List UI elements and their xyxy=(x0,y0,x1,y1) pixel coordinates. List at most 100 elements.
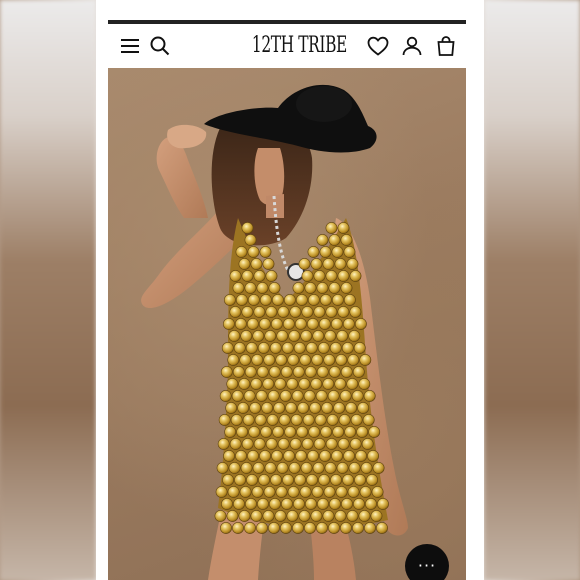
sequin-disc xyxy=(300,462,313,474)
sequin-disc xyxy=(346,510,359,522)
sequin-disc xyxy=(222,474,234,486)
sequin-disc xyxy=(223,450,235,462)
sequin-disc xyxy=(268,366,281,378)
phone-screen: 12TH TRIBE ··· xyxy=(96,0,484,580)
sequin-disc xyxy=(250,258,263,270)
sequin-disc xyxy=(270,474,282,486)
sequin-disc xyxy=(246,318,259,330)
sequin-disc xyxy=(289,306,302,318)
sequin-disc xyxy=(283,294,296,306)
sequin-disc xyxy=(313,306,326,318)
sequin-disc xyxy=(282,318,295,330)
sequin-disc xyxy=(275,486,288,498)
sequin-disc xyxy=(245,498,257,510)
account-icon[interactable] xyxy=(400,34,424,58)
sequin-disc xyxy=(253,306,266,318)
sequin-disc xyxy=(353,498,365,510)
sequin-disc xyxy=(307,246,320,258)
sequin-disc xyxy=(239,486,252,498)
sequin-disc xyxy=(345,402,358,414)
sequin-disc xyxy=(271,450,283,462)
sequin-disc xyxy=(238,258,251,270)
search-icon[interactable] xyxy=(148,34,172,58)
sequin-disc xyxy=(267,390,280,402)
sequin-disc xyxy=(294,474,306,486)
sequin-disc xyxy=(318,318,331,330)
sequin-disc xyxy=(307,294,320,306)
sequin-disc xyxy=(358,510,371,522)
sequin-disc xyxy=(264,330,277,342)
sequin-disc xyxy=(320,426,333,438)
sequin-disc xyxy=(266,414,279,426)
sequin-disc xyxy=(310,378,323,390)
sequin-disc xyxy=(325,306,338,318)
sequin-disc xyxy=(218,414,231,426)
sequin-disc xyxy=(242,414,255,426)
sequin-disc xyxy=(253,270,266,282)
sequin-disc xyxy=(235,450,248,462)
sequin-disc xyxy=(292,366,305,378)
sequin-disc xyxy=(252,330,265,342)
sequin-disc xyxy=(292,522,304,534)
sequin-disc xyxy=(226,510,239,522)
sequin-disc xyxy=(259,450,271,462)
menu-icon[interactable] xyxy=(118,34,142,58)
sequin-disc xyxy=(302,414,315,426)
sequin-disc xyxy=(331,450,343,462)
bag-icon[interactable] xyxy=(434,34,458,58)
sequin-disc xyxy=(230,414,243,426)
sequin-disc xyxy=(322,378,335,390)
sequin-disc xyxy=(354,474,366,486)
sequin-disc xyxy=(366,474,378,486)
sequin-disc xyxy=(297,402,310,414)
sequin-disc xyxy=(292,282,305,294)
sequin-disc xyxy=(274,510,287,522)
sequin-disc xyxy=(340,234,353,246)
sequin-disc xyxy=(269,342,282,354)
sequin-disc xyxy=(348,462,361,474)
sequin-disc xyxy=(352,366,365,378)
sequin-disc xyxy=(244,234,257,246)
sequin-disc xyxy=(248,426,261,438)
sequin-disc xyxy=(276,462,289,474)
sequin-disc xyxy=(319,246,332,258)
sequin-disc xyxy=(319,294,332,306)
background-blur-left xyxy=(0,0,96,580)
sequin-disc xyxy=(331,294,344,306)
sequin-disc xyxy=(259,246,272,258)
sequin-disc xyxy=(265,438,278,450)
sequin-disc xyxy=(253,438,266,450)
sequin-disc xyxy=(226,378,239,390)
chat-button[interactable]: ··· xyxy=(405,544,449,580)
heart-icon[interactable] xyxy=(366,34,390,58)
brand-logo[interactable]: 12TH TRIBE xyxy=(252,32,347,60)
sequin-disc xyxy=(243,390,256,402)
sequin-disc xyxy=(311,486,324,498)
sequin-disc xyxy=(359,354,372,366)
sequin-disc xyxy=(300,330,313,342)
sequin-disc xyxy=(256,366,269,378)
sequin-disc xyxy=(251,354,264,366)
sequin-disc xyxy=(227,354,240,366)
sequin-disc xyxy=(367,450,379,462)
sequin-disc xyxy=(276,330,289,342)
sequin-disc xyxy=(316,366,329,378)
sequin-disc xyxy=(322,510,335,522)
sequin-disc xyxy=(314,414,327,426)
sequin-disc xyxy=(301,270,314,282)
sequin-disc xyxy=(337,438,350,450)
sequin-disc xyxy=(299,486,312,498)
sequin-disc xyxy=(281,342,294,354)
sequin-disc xyxy=(309,402,322,414)
sequin-disc xyxy=(259,294,272,306)
sequin-disc xyxy=(296,426,309,438)
sequin-disc xyxy=(355,450,367,462)
sequin-disc xyxy=(270,318,283,330)
sequin-disc xyxy=(364,522,376,534)
sequin-disc xyxy=(305,498,317,510)
sequin-disc xyxy=(263,354,276,366)
sequin-disc xyxy=(346,378,359,390)
product-photo[interactable]: ··· xyxy=(108,68,466,580)
sequin-disc xyxy=(308,426,321,438)
sequin-disc xyxy=(354,318,367,330)
